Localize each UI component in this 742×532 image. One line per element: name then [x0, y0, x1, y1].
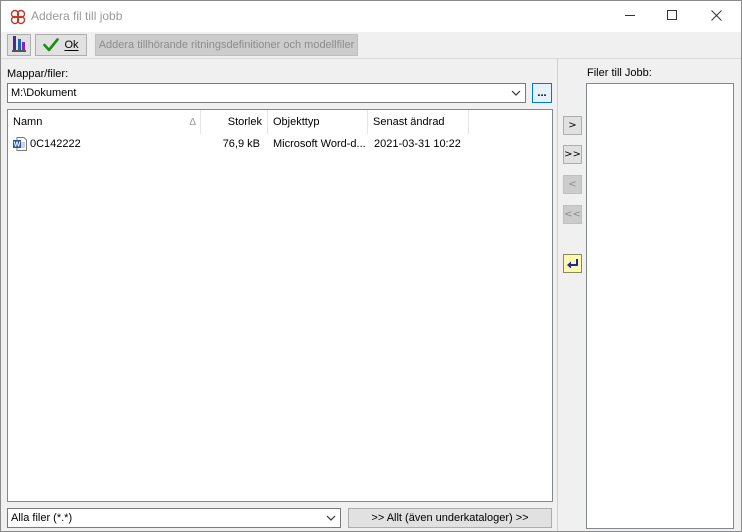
add-related-files-button[interactable]: Addera tillhörande ritningsdefinitioner … [95, 34, 358, 56]
column-header-size[interactable]: Storlek [201, 110, 268, 134]
app-logo-icon [10, 9, 26, 25]
ok-button-label: Ok [64, 39, 79, 51]
remove-selected-button[interactable]: < [563, 175, 582, 194]
ok-button[interactable]: Ok [35, 34, 87, 56]
return-arrow-icon [566, 258, 580, 270]
chevron-down-icon[interactable] [326, 513, 336, 523]
file-modified-cell: 2021-03-31 10:22 [374, 137, 461, 150]
path-value: M:\Dokument [11, 87, 77, 99]
sort-ascending-icon: Δ [189, 116, 196, 128]
chevron-down-icon[interactable] [511, 88, 521, 98]
folders-label: Mappar/filer: [7, 68, 69, 80]
title-bar[interactable]: Addera fil till jobb [1, 1, 741, 32]
add-related-files-label: Addera tillhörande ritningsdefinitioner … [98, 39, 355, 51]
job-tool-icon [11, 35, 27, 56]
file-filter-value: Alla filer (*.*) [11, 512, 73, 524]
file-size-cell: 76,9 kB [222, 137, 260, 150]
window-title: Addera fil till jobb [31, 9, 123, 23]
add-all-subfolders-button[interactable]: >> Allt (även underkataloger) >> [348, 508, 552, 528]
return-button[interactable] [563, 254, 582, 273]
maximize-button[interactable] [649, 1, 695, 32]
job-files-list[interactable] [586, 83, 734, 529]
add-all-button[interactable]: >> [563, 145, 582, 164]
path-combobox[interactable]: M:\Dokument [7, 83, 526, 103]
minimize-button[interactable] [607, 1, 653, 32]
column-header-modified[interactable]: Senast ändrad [368, 110, 469, 134]
column-header-type[interactable]: Objekttyp [268, 110, 368, 134]
add-all-subfolders-label: >> Allt (även underkataloger) >> [371, 512, 529, 524]
svg-text:W: W [14, 141, 21, 148]
browse-button[interactable]: ... [532, 83, 552, 103]
minimize-icon [625, 10, 635, 23]
job-files-label: Filer till Jobb: [587, 67, 652, 79]
job-tool-button[interactable] [7, 34, 31, 56]
maximize-icon [667, 10, 677, 23]
file-list-header: Namn Δ Storlek Objekttyp Senast ändrad [8, 110, 552, 134]
source-panel: Mappar/filer: M:\Dokument ... Namn Δ Sto… [1, 59, 558, 531]
dialog-window: Addera fil till jobb Ok Addera tillhöran… [0, 0, 742, 532]
file-type-cell: Microsoft Word-d... [273, 137, 366, 150]
file-name-cell: W 0C142222 [12, 136, 81, 152]
column-header-name[interactable]: Namn Δ [8, 110, 201, 134]
add-selected-button[interactable]: > [563, 116, 582, 135]
word-document-icon: W [12, 136, 28, 152]
toolbar: Ok Addera tillhörande ritningsdefinition… [1, 32, 741, 59]
close-icon [710, 9, 722, 24]
checkmark-icon [43, 38, 60, 52]
file-filter-combobox[interactable]: Alla filer (*.*) [7, 508, 341, 528]
remove-all-button[interactable]: << [563, 205, 582, 224]
browse-button-label: ... [537, 86, 547, 99]
close-button[interactable] [693, 1, 739, 32]
file-list[interactable]: Namn Δ Storlek Objekttyp Senast ändrad W… [7, 109, 553, 502]
file-row[interactable]: W 0C142222 76,9 kB Microsoft Word-d... 2… [8, 135, 552, 152]
